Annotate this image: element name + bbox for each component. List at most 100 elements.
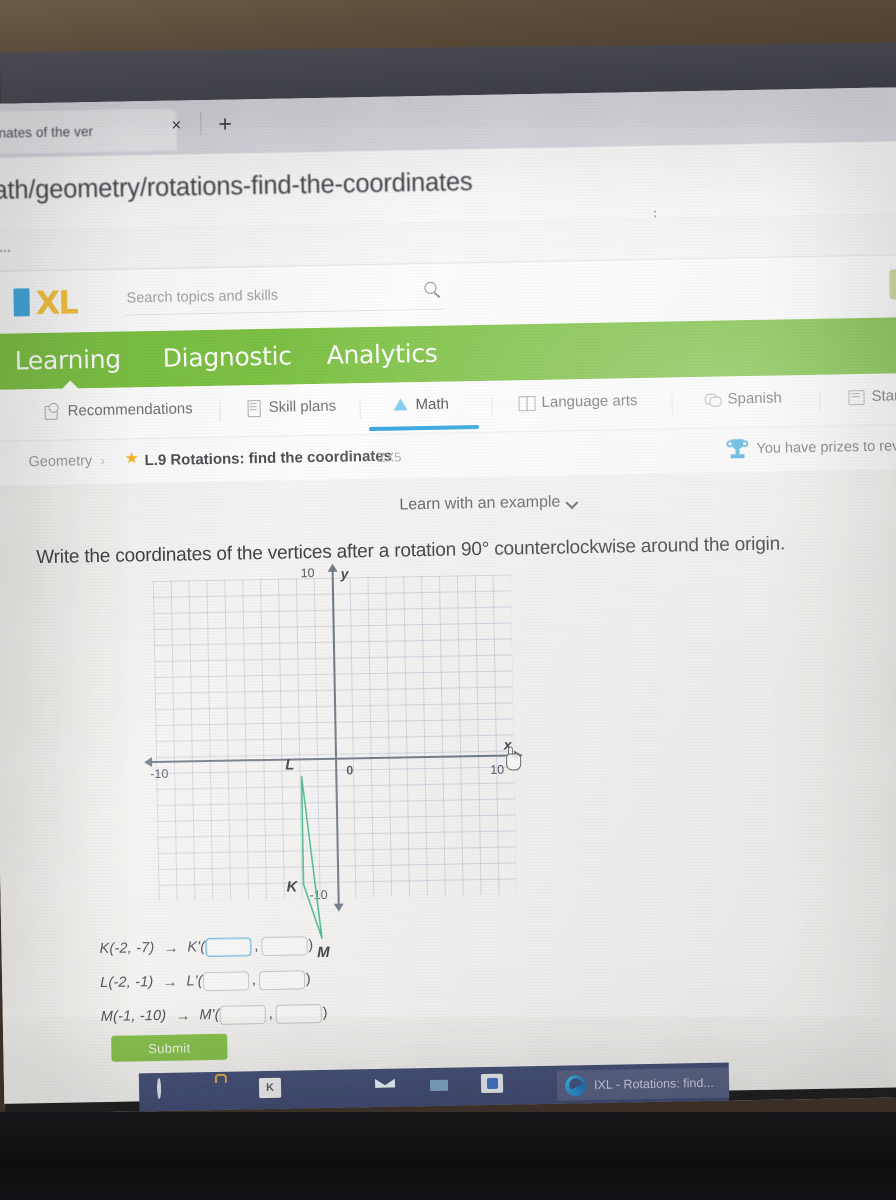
hand-cursor: [504, 746, 526, 772]
trophy-icon: [726, 438, 749, 460]
question-prompt: Write the coordinates of the vertices af…: [36, 533, 786, 569]
nav-item-learning[interactable]: Learning: [14, 345, 121, 376]
breadcrumb-subject[interactable]: Geometry: [28, 453, 92, 470]
maps-to-arrow: →: [175, 1006, 191, 1025]
prizes-banner[interactable]: You have prizes to reve: [726, 435, 896, 460]
submit-button[interactable]: Submit: [111, 1033, 228, 1062]
close-paren: ): [322, 1004, 328, 1021]
chevron-down-icon[interactable]: [565, 496, 579, 510]
question-area: Learn with an example Write the coordina…: [0, 468, 896, 1114]
header-account-button[interactable]: [889, 269, 896, 300]
skill-code: ZX5: [377, 449, 402, 465]
image-point-k-label: K'(: [187, 939, 206, 956]
x-axis-left-arrow: [143, 757, 153, 768]
l-prime-y-input[interactable]: [258, 969, 305, 990]
k-app-icon[interactable]: K: [258, 1077, 293, 1105]
y-axis-down-arrow: [333, 903, 344, 912]
tab-divider: [219, 401, 221, 422]
tab-divider: [491, 396, 493, 417]
image-point-m-label: M'(: [199, 1006, 220, 1024]
tab-active-underline: [368, 425, 480, 432]
search-icon[interactable]: [424, 281, 442, 300]
search-input[interactable]: Search topics and skills: [124, 279, 445, 316]
preimage-point-k: K(-2, -7): [99, 940, 155, 958]
tab-divider: [819, 390, 821, 411]
submit-button-label: Submit: [148, 1039, 191, 1056]
spanish-icon: [703, 391, 720, 408]
browser-tab-title: nates of the ver: [0, 123, 94, 141]
k-prime-y-input[interactable]: [261, 935, 308, 956]
standards-icon: [847, 388, 864, 405]
answer-row-l: L(-2, -1) → L'( , ): [100, 966, 328, 996]
nav-item-analytics[interactable]: Analytics: [326, 339, 437, 370]
browser-tab[interactable]: nates of the ver: [0, 108, 177, 155]
tab-spanish[interactable]: Spanish: [703, 389, 782, 407]
tab-standards-label: Star: [871, 387, 896, 405]
skill-plans-icon: [244, 399, 261, 416]
cortana-icon[interactable]: [151, 1077, 185, 1107]
mail-icon[interactable]: [373, 1075, 407, 1102]
screen-content: nates of the ver × + /math/geometry/rota…: [0, 86, 896, 1114]
y-axis-up-arrow: [327, 563, 338, 572]
store-icon[interactable]: [205, 1079, 239, 1106]
answer-row-k: K(-2, -7) → K'( , ): [99, 932, 327, 962]
tab-language-arts-label: Language arts: [541, 392, 638, 411]
tab-recommendations[interactable]: Recommendations: [43, 400, 192, 420]
tab-recommendations-label: Recommendations: [67, 400, 193, 420]
language-arts-icon: [517, 394, 534, 411]
logo-bar-icon: [13, 288, 30, 317]
edge-icon: [564, 1074, 587, 1097]
tab-skill-plans[interactable]: Skill plans: [244, 398, 336, 417]
laptop-screen-photo: nates of the ver × + /math/geometry/rota…: [0, 0, 896, 1200]
triangle-shape: [300, 775, 323, 939]
tab-math[interactable]: Math: [391, 396, 449, 414]
address-bar-url: /math/geometry/rotations-find-the-coordi…: [0, 168, 473, 206]
close-paren: ): [308, 937, 314, 954]
close-paren: ): [305, 971, 311, 988]
close-icon[interactable]: ×: [171, 115, 181, 134]
m-prime-x-input[interactable]: [219, 1004, 266, 1025]
maps-to-arrow: →: [163, 939, 179, 957]
photo-bottom-shadow: [0, 1112, 896, 1200]
maps-to-arrow: →: [162, 973, 178, 991]
file-explorer-icon[interactable]: [427, 1074, 461, 1101]
tab-math-label: Math: [415, 395, 450, 414]
vertex-label-l: L: [285, 756, 295, 774]
l-prime-x-input[interactable]: [202, 970, 249, 991]
preimage-point-l: L(-2, -1): [99, 974, 154, 992]
answer-row-m: M(-1, -10) → M'( , ): [101, 1000, 329, 1030]
breadcrumb-skill-title: L.9 Rotations: find the coordinates: [144, 447, 393, 470]
taskbar-active-window[interactable]: IXL - Rotations: find...: [556, 1067, 730, 1101]
nav-item-diagnostic[interactable]: Diagnostic: [162, 341, 292, 372]
tab-divider: [359, 399, 361, 420]
comma-separator: ,: [268, 1005, 273, 1022]
search-placeholder: Search topics and skills: [126, 287, 279, 307]
favorite-star-icon[interactable]: ★: [124, 450, 139, 467]
comma-separator: ,: [254, 938, 259, 955]
new-tab-icon[interactable]: +: [218, 111, 232, 137]
answer-rows: K(-2, -7) → K'( , ) L(-2, -1) → L'( , ): [99, 932, 329, 1038]
prizes-text: You have prizes to reve: [756, 438, 896, 457]
breadcrumb-separator: ›: [100, 452, 106, 468]
preimage-point-m: M(-1, -10): [100, 1007, 167, 1026]
tab-skill-plans-label: Skill plans: [268, 397, 337, 416]
recommendations-icon: [43, 403, 60, 420]
logo-letters: XL: [35, 283, 78, 323]
learn-with-example-link[interactable]: Learn with an example: [399, 494, 560, 515]
ixl-logo[interactable]: XL: [13, 283, 114, 323]
m-prime-y-input[interactable]: [275, 1003, 322, 1024]
coordinate-plane[interactable]: y x -10 10 10 -10 0 K L M: [143, 563, 523, 961]
tab-language-arts[interactable]: Language arts: [517, 392, 637, 411]
image-point-l-label: L'(: [186, 973, 203, 990]
math-icon: [391, 396, 408, 413]
tab-divider: [200, 112, 202, 136]
taskbar-window-title: IXL - Rotations: find...: [593, 1075, 714, 1093]
tab-divider: [671, 393, 673, 414]
blue-app-icon[interactable]: [480, 1073, 515, 1100]
k-prime-x-input[interactable]: [205, 936, 252, 957]
tab-standards[interactable]: Star: [847, 387, 896, 405]
vertex-label-k: K: [286, 878, 298, 896]
comma-separator: ,: [251, 972, 256, 989]
tab-spanish-label: Spanish: [727, 389, 782, 408]
bookmark-item[interactable]: urse...: [0, 240, 11, 257]
